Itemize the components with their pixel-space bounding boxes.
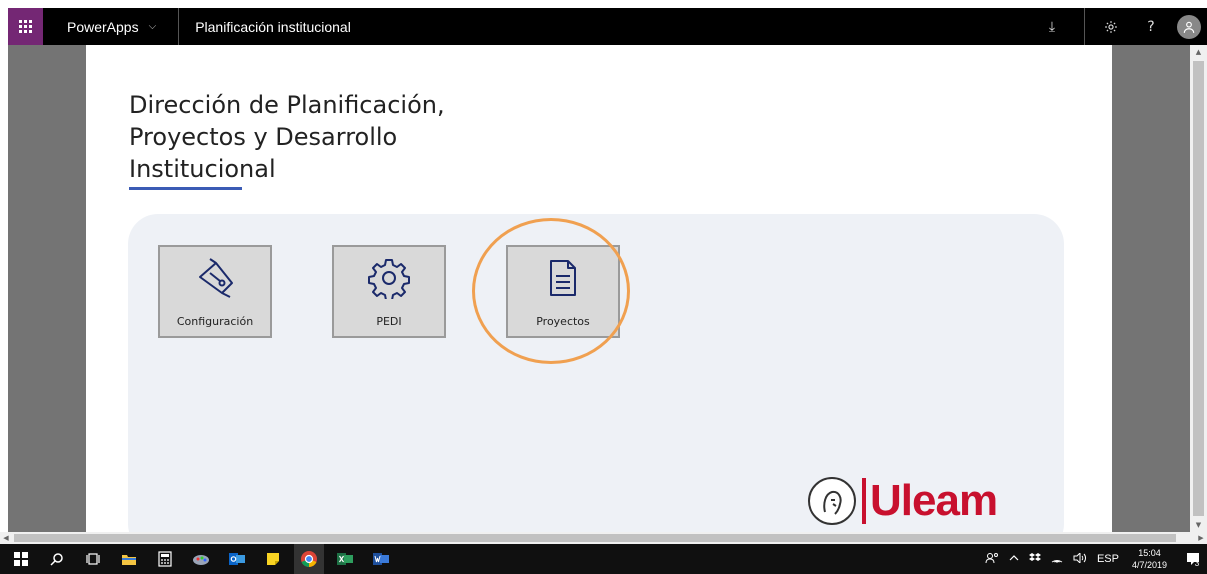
chrome-icon bbox=[301, 551, 317, 568]
outlook-button[interactable] bbox=[222, 544, 252, 574]
chevron-down-icon: ⌵ bbox=[148, 21, 157, 32]
calculator-icon bbox=[158, 551, 172, 567]
excel-button[interactable] bbox=[330, 544, 360, 574]
wifi-icon[interactable] bbox=[1051, 553, 1063, 566]
word-icon bbox=[373, 553, 389, 565]
start-button[interactable] bbox=[6, 544, 36, 574]
proyectos-button[interactable]: Proyectos bbox=[506, 245, 620, 338]
excel-icon bbox=[337, 553, 353, 565]
app-header: PowerApps ⌵ Planificación institucional … bbox=[8, 8, 1207, 45]
pedi-label: PEDI bbox=[376, 315, 402, 328]
vertical-scrollbar[interactable]: ▲ ▼ bbox=[1190, 45, 1207, 532]
taskbar-clock[interactable]: 15:04 4/7/2019 bbox=[1132, 547, 1167, 571]
clock-date: 4/7/2019 bbox=[1131, 560, 1167, 570]
file-explorer-button[interactable] bbox=[114, 544, 144, 574]
user-avatar[interactable] bbox=[1177, 14, 1201, 39]
sticky-note-icon bbox=[267, 553, 279, 565]
page-title-line-1: Dirección de Planificación, bbox=[129, 91, 445, 119]
uleam-logo-text: Uleam bbox=[870, 476, 998, 525]
chrome-button[interactable] bbox=[294, 544, 324, 574]
pen-nib-icon bbox=[199, 258, 233, 298]
horizontal-scrollbar[interactable]: ◀ ▶ bbox=[0, 532, 1207, 544]
document-icon bbox=[550, 260, 576, 296]
powerapps-menu-button[interactable]: PowerApps ⌵ bbox=[43, 8, 156, 45]
sticky-notes-button[interactable] bbox=[258, 544, 288, 574]
taskbar-search-button[interactable] bbox=[42, 544, 72, 574]
folder-icon bbox=[122, 555, 136, 565]
action-center-button[interactable]: 3 bbox=[1177, 544, 1207, 574]
system-tray: ESP 15:04 4/7/2019 3 bbox=[980, 544, 1207, 574]
show-hidden-icons-icon[interactable] bbox=[1009, 553, 1019, 565]
app-launcher-button[interactable] bbox=[8, 8, 43, 45]
scroll-left-icon[interactable]: ◀ bbox=[0, 532, 12, 544]
waffle-icon bbox=[19, 20, 32, 33]
gear-icon bbox=[1105, 20, 1117, 33]
app-stage: Dirección de Planificación, Proyectos y … bbox=[8, 45, 1190, 532]
vertical-scroll-thumb[interactable] bbox=[1193, 61, 1204, 516]
page-title-line-2: Proyectos y Desarrollo bbox=[129, 123, 398, 151]
settings-button[interactable] bbox=[1091, 8, 1131, 45]
paint-palette-icon bbox=[193, 555, 209, 565]
notification-count-badge: 3 bbox=[1194, 558, 1200, 568]
task-view-button[interactable] bbox=[78, 544, 108, 574]
title-underline bbox=[129, 187, 242, 190]
scroll-down-icon[interactable]: ▼ bbox=[1190, 518, 1207, 532]
logo-bar bbox=[862, 478, 866, 524]
windows-taskbar: ESP 15:04 4/7/2019 3 bbox=[0, 544, 1207, 574]
download-button[interactable]: ⤓ bbox=[1032, 8, 1072, 45]
app-canvas: Dirección de Planificación, Proyectos y … bbox=[86, 45, 1112, 532]
clock-time: 15:04 bbox=[1138, 548, 1161, 558]
header-divider-right bbox=[1084, 8, 1085, 45]
user-icon bbox=[1183, 21, 1195, 33]
uleam-logo: Uleam bbox=[808, 476, 998, 525]
word-button[interactable] bbox=[366, 544, 396, 574]
app-name-label: PowerApps bbox=[67, 18, 139, 35]
help-icon: ? bbox=[1147, 18, 1155, 35]
pedi-button[interactable]: PEDI bbox=[332, 245, 446, 338]
windows-logo-icon bbox=[14, 552, 28, 566]
page-title-line-3: Institucional bbox=[129, 155, 276, 183]
configuracion-button[interactable]: Configuración bbox=[158, 245, 272, 338]
app-title: Planificación institucional bbox=[195, 18, 351, 35]
university-seal-icon bbox=[808, 477, 856, 525]
help-button[interactable]: ? bbox=[1131, 8, 1171, 45]
paint-button[interactable] bbox=[186, 544, 216, 574]
page-title: Dirección de Planificación, Proyectos y … bbox=[129, 89, 445, 185]
input-language-indicator[interactable]: ESP bbox=[1097, 553, 1119, 565]
dropbox-icon[interactable] bbox=[1028, 552, 1041, 566]
scroll-up-icon[interactable]: ▲ bbox=[1190, 45, 1207, 59]
outlook-icon bbox=[229, 553, 245, 565]
horizontal-scroll-thumb[interactable] bbox=[14, 534, 1176, 542]
task-view-icon bbox=[86, 553, 100, 565]
people-icon[interactable] bbox=[985, 552, 999, 567]
proyectos-label: Proyectos bbox=[536, 315, 590, 328]
gear-icon bbox=[368, 259, 410, 299]
window-top-edge bbox=[0, 0, 1207, 8]
search-icon bbox=[50, 553, 63, 566]
configuracion-label: Configuración bbox=[176, 315, 254, 328]
scroll-right-icon[interactable]: ▶ bbox=[1195, 532, 1207, 544]
calculator-button[interactable] bbox=[150, 544, 180, 574]
download-icon: ⤓ bbox=[1048, 18, 1056, 35]
volume-icon[interactable] bbox=[1073, 551, 1087, 566]
